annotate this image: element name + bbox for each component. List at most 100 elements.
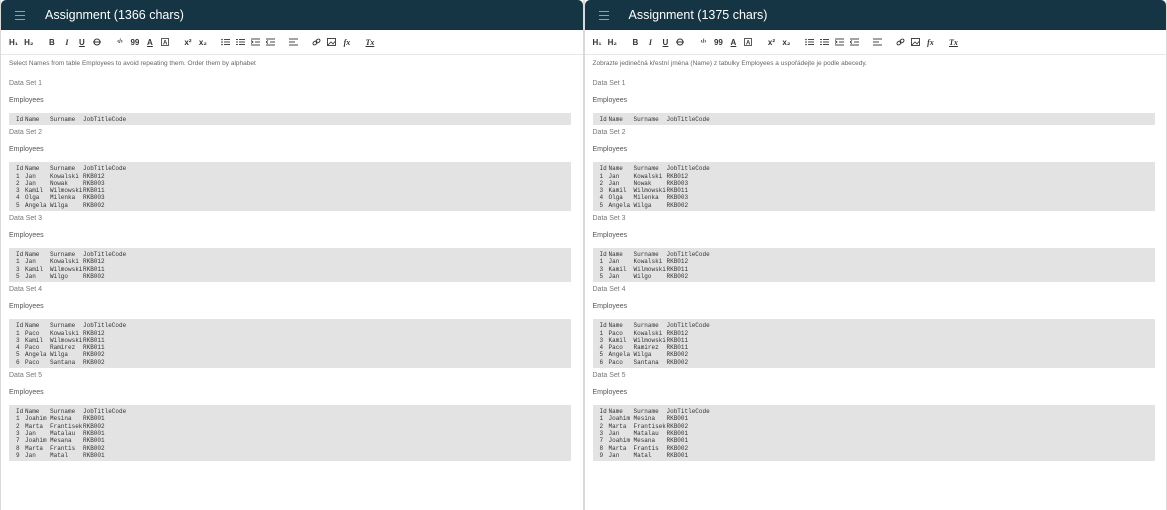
table-cell: Wilmowski: [633, 336, 666, 344]
table-cell: Jan: [25, 179, 36, 187]
data-table: Id Name Surname JobTitleCode 1 Paco Kowalski RK…: [9, 319, 571, 369]
column-header: Surname: [50, 165, 76, 173]
table-cell: 2: [599, 179, 604, 187]
table-cell: Paco: [25, 358, 40, 366]
italic-icon[interactable]: I: [62, 38, 71, 47]
table-cell: 2: [16, 422, 20, 430]
svg-text:A: A: [746, 41, 751, 47]
column-header: JobTitleCode: [666, 322, 710, 330]
table-cell: RKB011: [83, 187, 105, 195]
code-icon[interactable]: ‹/›: [699, 39, 708, 45]
table-cell: RKB002: [666, 201, 689, 209]
outdent-icon[interactable]: [266, 38, 276, 46]
image-icon[interactable]: [327, 38, 337, 46]
align-icon[interactable]: [289, 38, 299, 46]
outdent-icon[interactable]: [849, 38, 859, 46]
underline-icon[interactable]: U: [661, 38, 670, 47]
numbered-list-icon[interactable]: [236, 38, 246, 46]
menu-icon[interactable]: [15, 10, 25, 20]
table-cell: RKB001: [666, 429, 689, 437]
table-row: 3 Jan Matalau RKB001: [16, 430, 571, 437]
table-cell: Jan: [608, 258, 620, 266]
subscript-icon[interactable]: x₂: [782, 38, 791, 47]
table-cell: RKB011: [83, 265, 105, 273]
panel-titlebar: Assignment (1366 chars): [1, 0, 583, 30]
table-row: 1 Jan Kowalski RKB012: [16, 258, 571, 265]
code-icon[interactable]: ‹/›: [115, 39, 124, 45]
table-cell: 5: [16, 272, 20, 280]
table-row: 9 Jan Matal RKB001: [16, 452, 571, 459]
strikethrough-icon[interactable]: [676, 38, 685, 46]
column-header: Surname: [633, 116, 659, 123]
formula-icon[interactable]: fx: [926, 38, 935, 47]
link-icon[interactable]: [896, 38, 905, 46]
table-header: Id Name Surname JobTitleCode: [16, 116, 571, 123]
font-color-icon[interactable]: A: [729, 38, 738, 47]
table-cell: Paco: [608, 344, 623, 352]
table-cell: 4: [16, 194, 20, 202]
underline-icon[interactable]: U: [77, 38, 86, 47]
menu-icon[interactable]: [598, 10, 609, 20]
table-cell: 9: [599, 451, 604, 459]
table-cell: Marta: [25, 422, 44, 430]
superscript-icon[interactable]: x²: [183, 38, 192, 47]
column-header: Id: [16, 116, 24, 123]
panel-titlebar: Assignment (1375 chars): [584, 0, 1166, 30]
column-header: Surname: [633, 408, 659, 416]
heading1-icon[interactable]: H₁: [593, 38, 602, 47]
heading2-icon[interactable]: H₂: [608, 38, 617, 47]
table-cell: 4: [599, 344, 604, 352]
align-icon[interactable]: [872, 38, 882, 46]
table-cell: Matalau: [50, 429, 76, 437]
bullet-list-icon[interactable]: [805, 38, 814, 46]
table-cell: RKB011: [666, 344, 689, 352]
strikethrough-icon[interactable]: [92, 38, 101, 46]
clear-format-icon[interactable]: Tx: [949, 38, 958, 47]
table-cell: Kamil: [25, 265, 44, 273]
bullet-list-icon[interactable]: [221, 38, 231, 46]
table-cell: Jan: [608, 179, 620, 187]
table-cell: RKB001: [666, 415, 689, 423]
highlight-icon[interactable]: A: [160, 38, 169, 46]
numbered-list-icon[interactable]: [819, 38, 829, 46]
italic-icon[interactable]: I: [646, 38, 655, 47]
subscript-icon[interactable]: x₂: [198, 38, 207, 47]
clear-format-icon[interactable]: Tx: [365, 38, 374, 47]
assignment-content[interactable]: Select Names from table Employees to avo…: [1, 55, 583, 462]
indent-icon[interactable]: [834, 38, 844, 46]
table-cell: Matal: [633, 451, 652, 459]
table-cell: 3: [16, 187, 20, 195]
quote-icon[interactable]: 99: [130, 38, 139, 47]
bold-icon[interactable]: B: [47, 38, 56, 47]
table-cell: 7: [16, 437, 20, 445]
column-header: JobTitleCode: [83, 322, 127, 330]
table-row: 1 Paco Kowalski RKB012: [600, 330, 1155, 337]
assignment-content[interactable]: Zobrazte jedinečná křestní jména (Name) …: [585, 55, 1167, 462]
table-cell: RKB003: [666, 194, 689, 202]
table-cell: 3: [599, 187, 604, 195]
column-header: Name: [25, 408, 40, 416]
dataset-label: Data Set 3: [9, 215, 43, 223]
formula-icon[interactable]: fx: [342, 38, 351, 47]
column-header: Id: [599, 251, 607, 259]
indent-icon[interactable]: [251, 38, 261, 46]
table-cell: Kamil: [608, 187, 627, 195]
highlight-icon[interactable]: A: [744, 38, 753, 46]
superscript-icon[interactable]: x²: [767, 38, 776, 47]
link-icon[interactable]: [312, 38, 321, 46]
table-header: Id Name Surname JobTitleCode: [16, 251, 571, 258]
column-header: Id: [599, 322, 607, 330]
font-color-icon[interactable]: A: [145, 38, 154, 47]
quote-icon[interactable]: 99: [714, 38, 723, 47]
bold-icon[interactable]: B: [631, 38, 640, 47]
image-icon[interactable]: [910, 38, 920, 46]
data-table: Id Name Surname JobTitleCode 1 Paco Kowalski RK…: [592, 319, 1155, 369]
heading1-icon[interactable]: H₁: [9, 38, 18, 47]
table-cell: Jan: [25, 258, 36, 266]
heading2-icon[interactable]: H₂: [24, 38, 33, 47]
table-cell: 8: [599, 444, 604, 452]
table-cell: Joahim: [608, 415, 631, 423]
table-cell: 1: [16, 258, 20, 266]
svg-text:A: A: [163, 41, 168, 47]
table-cell: 3: [16, 336, 20, 344]
